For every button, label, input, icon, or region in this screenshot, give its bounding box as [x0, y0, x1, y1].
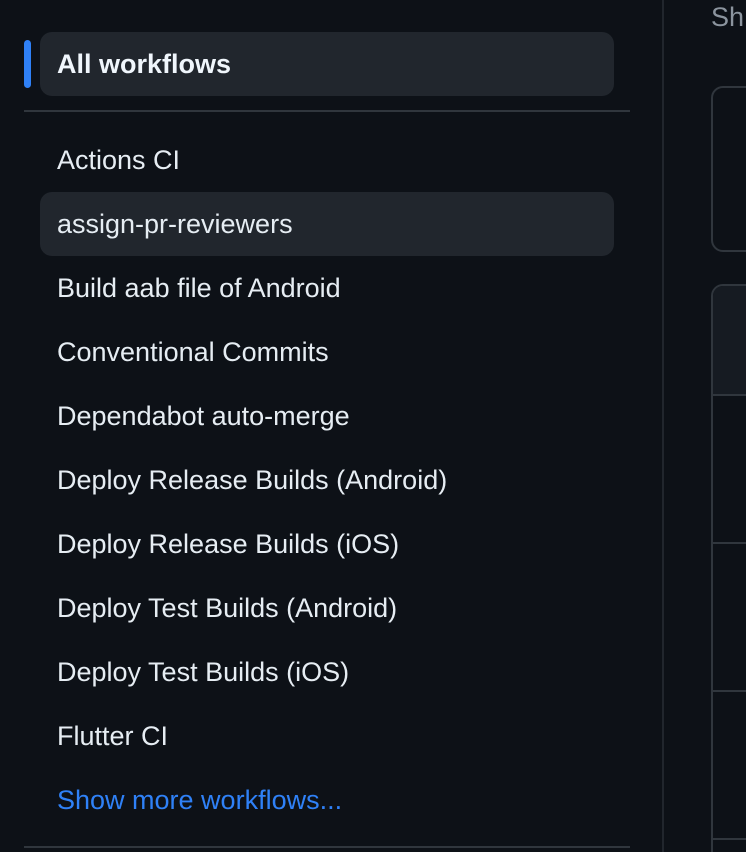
workflow-label: Actions CI	[57, 144, 181, 175]
workflow-label: Deploy Release Builds (iOS)	[57, 528, 400, 559]
workflow-label: Dependabot auto-merge	[57, 400, 350, 431]
runs-row-divider	[713, 838, 746, 840]
workflow-item-flutter-ci[interactable]: Flutter CI	[40, 704, 614, 768]
workflow-item-build-aab-android[interactable]: Build aab file of Android	[40, 256, 614, 320]
workflow-label: assign-pr-reviewers	[57, 208, 293, 239]
workflow-label: Deploy Test Builds (Android)	[57, 592, 398, 623]
active-indicator	[24, 40, 31, 88]
workflow-item-dependabot-auto-merge[interactable]: Dependabot auto-merge	[40, 384, 614, 448]
workflow-item-assign-pr-reviewers[interactable]: assign-pr-reviewers	[40, 192, 614, 256]
workflow-item-deploy-test-ios[interactable]: Deploy Test Builds (iOS)	[40, 640, 614, 704]
workflow-label: Conventional Commits	[57, 336, 329, 367]
all-workflows-link[interactable]: All workflows	[40, 32, 614, 96]
all-workflows-label: All workflows	[57, 48, 232, 79]
summary-panel	[711, 86, 746, 252]
workflow-runs-panel	[711, 284, 746, 852]
show-more-workflows-link[interactable]: Show more workflows...	[40, 768, 614, 832]
workflow-item-actions-ci[interactable]: Actions CI	[40, 128, 614, 192]
workflow-label: Deploy Release Builds (Android)	[57, 464, 448, 495]
workflow-item-deploy-test-android[interactable]: Deploy Test Builds (Android)	[40, 576, 614, 640]
workflow-item-conventional-commits[interactable]: Conventional Commits	[40, 320, 614, 384]
workflows-sidebar: All workflows Actions CI assign-pr-revie…	[24, 0, 630, 852]
workflow-label: Build aab file of Android	[57, 272, 341, 303]
workflow-label: Flutter CI	[57, 720, 169, 751]
runs-panel-header	[713, 286, 746, 396]
partial-heading-text: Sh	[711, 2, 745, 32]
workflow-item-deploy-release-ios[interactable]: Deploy Release Builds (iOS)	[40, 512, 614, 576]
workflow-label: Deploy Test Builds (iOS)	[57, 656, 350, 687]
sidebar-divider-bottom	[24, 846, 630, 848]
all-workflows-wrapper: All workflows	[24, 32, 614, 96]
runs-row-divider	[713, 542, 746, 544]
workflow-list: Actions CI assign-pr-reviewers Build aab…	[40, 128, 614, 832]
workflow-item-deploy-release-android[interactable]: Deploy Release Builds (Android)	[40, 448, 614, 512]
show-more-label: Show more workflows...	[57, 784, 343, 815]
sidebar-divider-top	[24, 110, 630, 112]
actions-page: All workflows Actions CI assign-pr-revie…	[0, 0, 746, 852]
runs-row-divider	[713, 690, 746, 692]
layout-separator	[662, 0, 664, 852]
